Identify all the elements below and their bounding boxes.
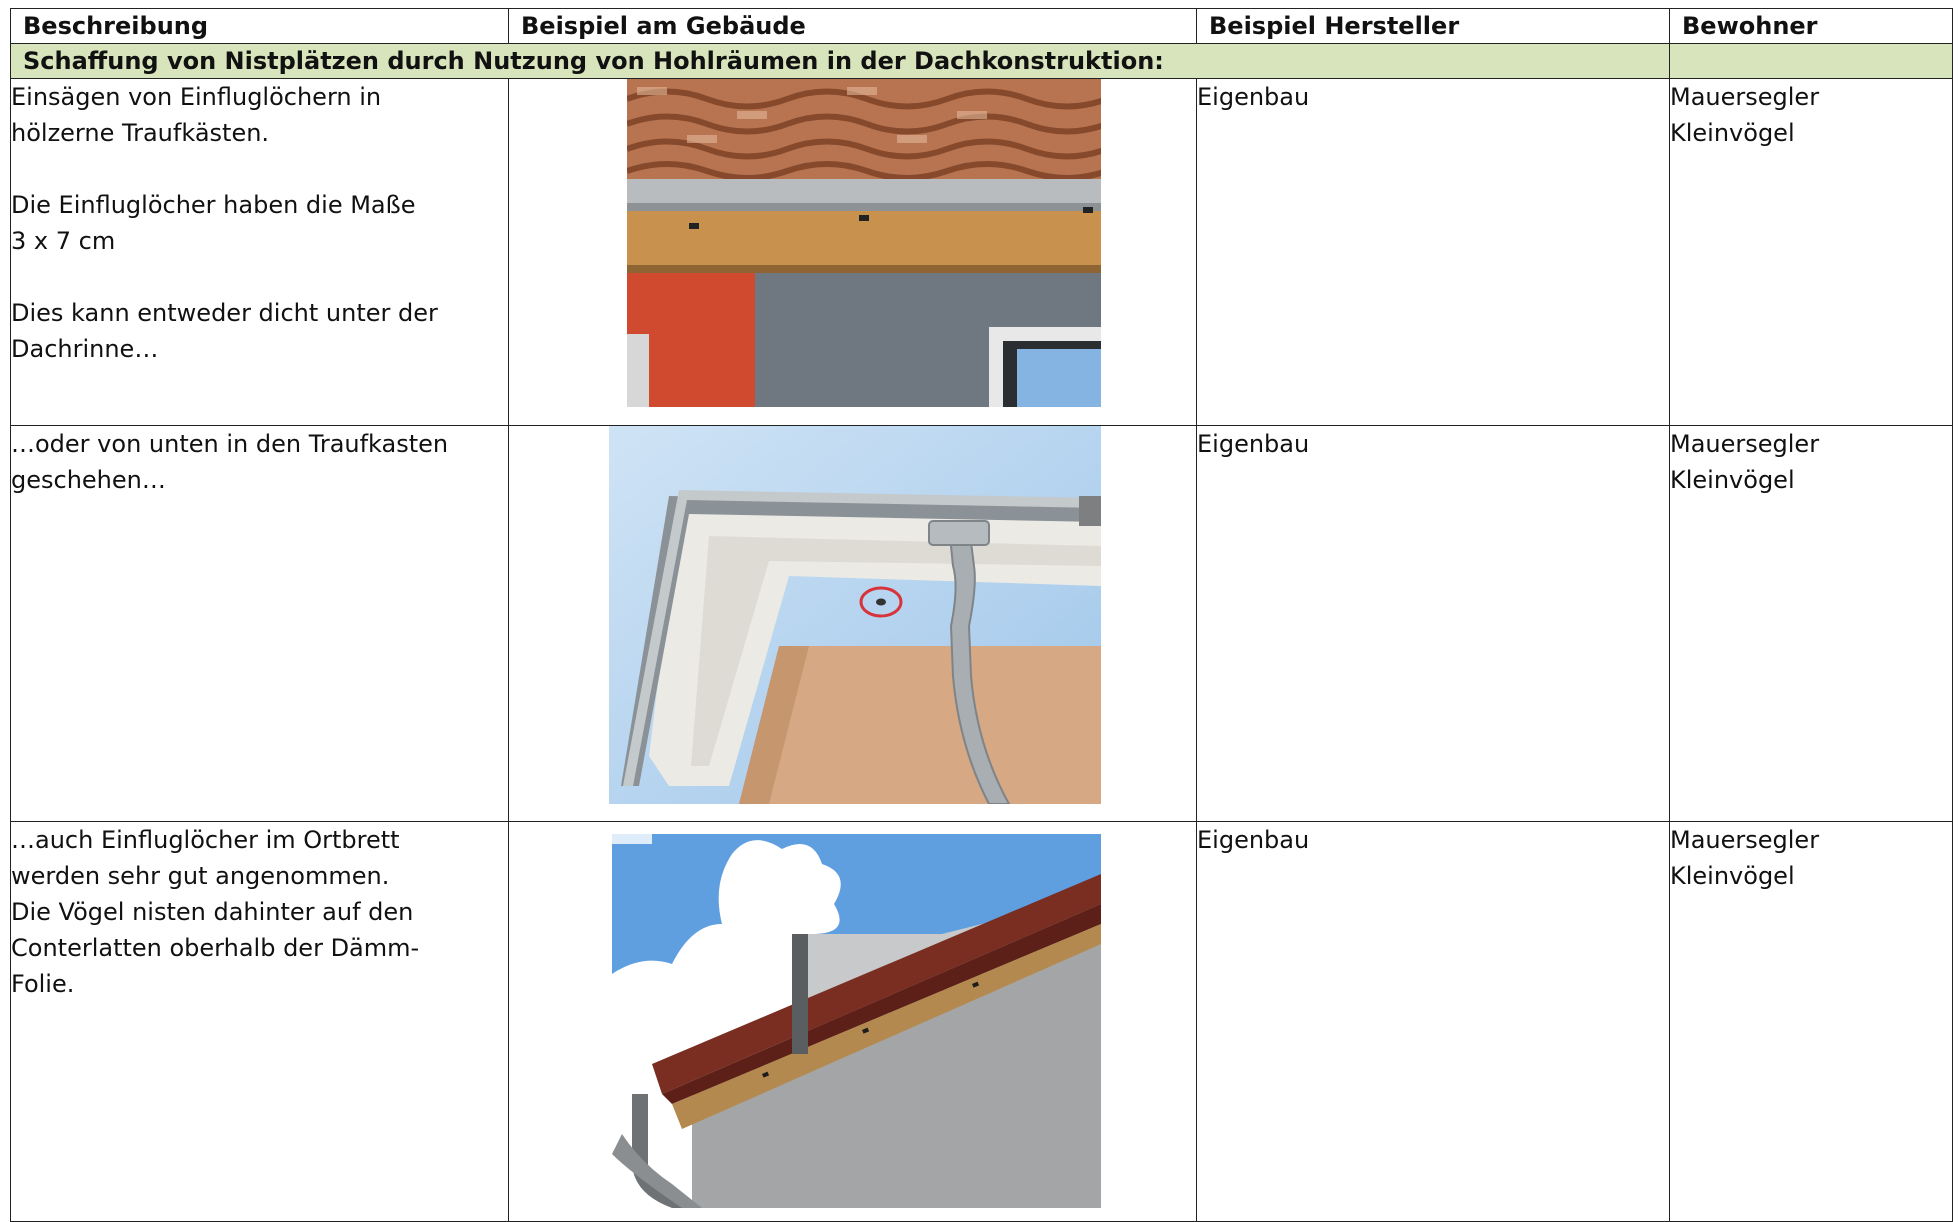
row-description: …oder von unten in den Traufkasten gesch… (10, 425, 509, 822)
table-row: Einsägen von Einfluglöchern in hölzerne … (10, 78, 1953, 426)
row-manufacturer: Eigenbau (1196, 425, 1670, 822)
header-building-example: Beispiel am Gebäude (508, 8, 1197, 44)
row-photo-cell (508, 78, 1197, 426)
nesting-table: Beschreibung Beispiel am Gebäude Beispie… (10, 8, 1953, 1222)
table-row: …auch Einfluglöcher im Ortbrett werden s… (10, 821, 1953, 1222)
roof-eave-photo (627, 79, 1101, 407)
section-row: Schaffung von Nistplätzen durch Nutzung … (10, 43, 1953, 79)
section-empty-cell (1669, 43, 1953, 79)
header-description: Beschreibung (10, 8, 509, 44)
row-description: …auch Einfluglöcher im Ortbrett werden s… (10, 821, 509, 1222)
row-photo-cell (508, 425, 1197, 822)
header-manufacturer-example: Beispiel Hersteller (1196, 8, 1670, 44)
row-manufacturer: Eigenbau (1196, 78, 1670, 426)
section-title: Schaffung von Nistplätzen durch Nutzung … (10, 43, 1670, 79)
row-manufacturer: Eigenbau (1196, 821, 1670, 1222)
row-residents: Mauersegler Kleinvögel (1669, 78, 1953, 426)
header-row: Beschreibung Beispiel am Gebäude Beispie… (10, 8, 1953, 44)
gable-board-photo (612, 834, 1101, 1208)
row-description: Einsägen von Einfluglöchern in hölzerne … (10, 78, 509, 426)
table-row: …oder von unten in den Traufkasten gesch… (10, 425, 1953, 822)
row-residents: Mauersegler Kleinvögel (1669, 425, 1953, 822)
header-residents: Bewohner (1669, 8, 1953, 44)
row-residents: Mauersegler Kleinvögel (1669, 821, 1953, 1222)
gutter-corner-photo (609, 426, 1101, 804)
row-photo-cell (508, 821, 1197, 1222)
